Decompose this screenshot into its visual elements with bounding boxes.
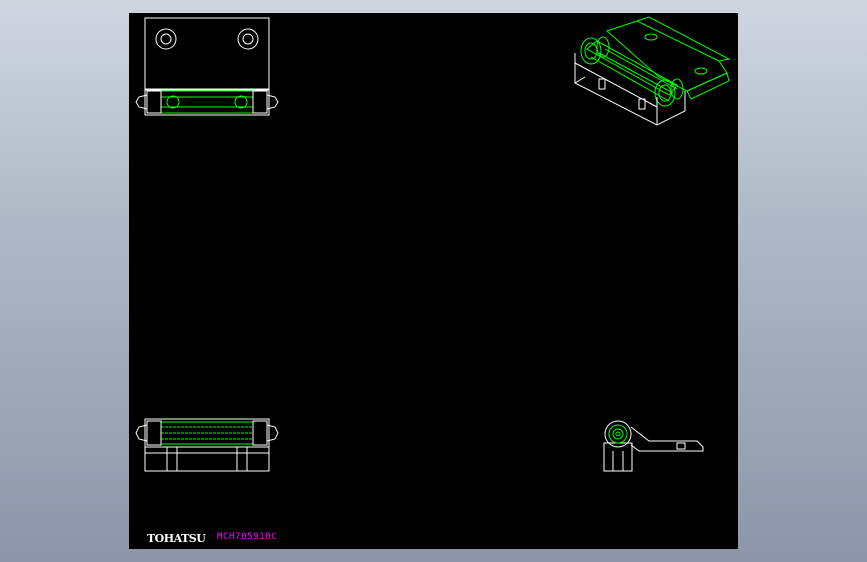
isometric-view — [574, 16, 731, 126]
part-code-label: MCH705910C — [217, 532, 278, 542]
brand-label: TOHATSU — [147, 532, 206, 545]
side-view — [603, 420, 704, 472]
cad-drawing — [135, 16, 731, 472]
side-view-leaf-arm — [630, 426, 704, 452]
top-view-hole-right — [237, 28, 259, 50]
top-view-barrel — [144, 88, 270, 116]
top-view-hole-left — [155, 28, 177, 50]
front-view-leaf — [144, 446, 270, 472]
top-view — [135, 17, 279, 116]
front-view — [135, 418, 279, 472]
cad-viewport[interactable]: TOHATSU MCH705910C — [129, 13, 738, 549]
